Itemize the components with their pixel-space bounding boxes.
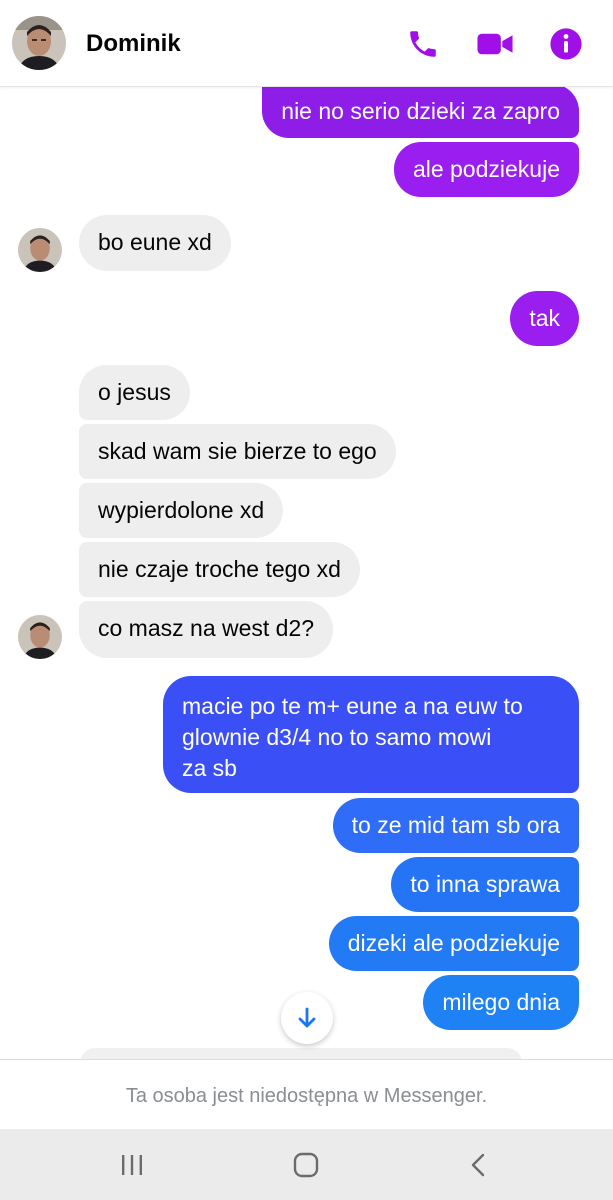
message-bubble[interactable]: milego dnia [423,975,579,1030]
message-bubble[interactable]: nie czaje troche tego xd [79,542,360,597]
scroll-to-bottom-button[interactable] [281,992,333,1044]
message-bubble[interactable]: co masz na west d2? [79,601,334,658]
system-navigation-bar [0,1129,613,1200]
composer-area: Ta osoba jest niedostępna w Messenger. [0,1059,613,1130]
message-bubble[interactable]: macie po te m+ eune a na euw to glownie … [163,676,579,793]
info-icon [550,28,582,60]
messenger-chat-screen: Dominik nie no serio dzieki za zapro ale… [0,0,613,1200]
unavailable-notice: Ta osoba jest niedostępna w Messenger. [125,1085,488,1107]
message-bubble[interactable]: tak [510,291,579,346]
message-bubble[interactable]: wypierdolone xd [79,483,284,538]
message-bubble[interactable]: o jesus [79,365,190,420]
home-icon [293,1152,319,1178]
video-camera-icon [477,33,513,55]
info-button[interactable] [546,24,586,64]
message-bubble[interactable]: skad wam sie bierze to ego [79,424,396,479]
recents-icon [122,1155,142,1175]
message-bubble[interactable]: bo eune xd [79,215,231,271]
contact-name[interactable]: Dominik [86,29,181,59]
call-button[interactable] [403,24,443,64]
contact-avatar-small[interactable] [18,228,62,272]
contact-avatar-small[interactable] [18,615,62,659]
home-button[interactable] [286,1145,326,1185]
message-bubble[interactable]: ale podziekuje [393,142,579,197]
phone-icon [410,31,436,57]
chat-header: Dominik [0,0,613,87]
back-icon [471,1153,485,1177]
message-bubble[interactable]: to inna sprawa [391,857,579,912]
message-bubble[interactable]: to ze mid tam sb ora [332,798,579,853]
message-bubble[interactable]: nie no serio dzieki za zapro [262,84,579,138]
recents-button[interactable] [112,1145,152,1185]
message-bubble[interactable]: dizeki ale podziekuje [328,916,579,971]
video-call-button[interactable] [475,24,515,64]
contact-avatar[interactable] [12,16,66,70]
arrow-down-icon [298,1007,316,1028]
back-button[interactable] [458,1145,498,1185]
